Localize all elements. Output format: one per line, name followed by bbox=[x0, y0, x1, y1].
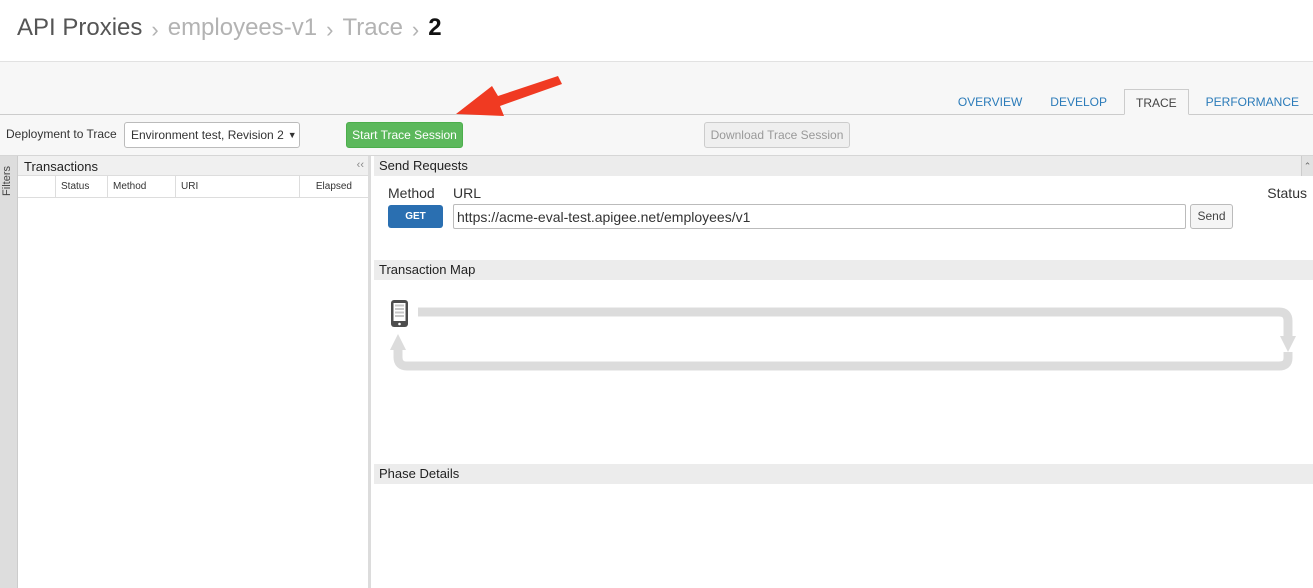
page-header: API Proxies › employees-v1 › Trace › 2 bbox=[0, 0, 1313, 62]
phase-details-panel bbox=[374, 484, 1313, 588]
download-trace-session-button: Download Trace Session bbox=[704, 122, 850, 148]
column-header-method[interactable]: Method bbox=[108, 176, 176, 197]
transaction-map-title: Transaction Map bbox=[379, 262, 476, 277]
transaction-map bbox=[374, 280, 1313, 464]
breadcrumb-api-proxies[interactable]: API Proxies bbox=[17, 14, 142, 42]
column-header-elapsed[interactable]: Elapsed bbox=[300, 176, 368, 197]
breadcrumb-separator: › bbox=[151, 17, 159, 42]
phase-details-title: Phase Details bbox=[379, 466, 460, 481]
deployment-select-value: Environment test, Revision 2 bbox=[131, 128, 284, 142]
double-chevron-up-icon[interactable]: ⌃ bbox=[1301, 156, 1313, 176]
phase-details-header: Phase Details bbox=[374, 464, 1313, 484]
deployment-label: Deployment to Trace bbox=[6, 127, 117, 141]
column-header-uri[interactable]: URI bbox=[176, 176, 300, 197]
trace-main: Send Requests ⌃ Method URL Status GET Se… bbox=[374, 156, 1313, 588]
send-requests-form: Method URL Status GET Send bbox=[374, 176, 1313, 260]
breadcrumb-trace[interactable]: Trace bbox=[342, 14, 402, 42]
response-flow-line bbox=[393, 350, 1293, 371]
tab-list: OVERVIEW DEVELOP TRACE PERFORMANCE bbox=[944, 89, 1313, 115]
status-label: Status bbox=[1267, 185, 1307, 201]
transactions-header: Transactions ‹‹ bbox=[18, 156, 368, 176]
send-requests-header: Send Requests ⌃ bbox=[374, 156, 1313, 176]
breadcrumb-separator: › bbox=[326, 17, 334, 42]
transactions-table-header: Status Method URI Elapsed bbox=[18, 176, 368, 198]
url-label: URL bbox=[453, 185, 482, 201]
transactions-title: Transactions bbox=[24, 159, 98, 174]
tabs-bar: OVERVIEW DEVELOP TRACE PERFORMANCE bbox=[0, 62, 1313, 115]
tab-develop[interactable]: DEVELOP bbox=[1036, 89, 1121, 115]
column-header-blank bbox=[18, 176, 56, 197]
caret-down-icon: ▼ bbox=[287, 130, 297, 140]
url-input[interactable] bbox=[453, 204, 1186, 229]
method-get-button[interactable]: GET bbox=[388, 205, 443, 228]
annotation-arrow-icon bbox=[456, 76, 562, 116]
deployment-select[interactable]: Environment test, Revision 2 ▼ bbox=[124, 122, 300, 148]
send-requests-title: Send Requests bbox=[379, 158, 468, 173]
filters-sidebar[interactable]: Filters bbox=[0, 156, 18, 588]
send-button[interactable]: Send bbox=[1190, 204, 1233, 229]
breadcrumb: API Proxies › employees-v1 › Trace › 2 bbox=[17, 14, 442, 42]
method-label: Method bbox=[388, 185, 435, 201]
transactions-panel: Transactions ‹‹ Status Method URI Elapse… bbox=[18, 156, 371, 588]
tab-performance[interactable]: PERFORMANCE bbox=[1192, 89, 1313, 115]
mobile-device-icon bbox=[391, 300, 408, 327]
tab-overview[interactable]: OVERVIEW bbox=[944, 89, 1036, 115]
tab-trace[interactable]: TRACE bbox=[1123, 89, 1189, 115]
transaction-map-header: Transaction Map bbox=[374, 260, 1313, 280]
breadcrumb-current: 2 bbox=[428, 14, 442, 41]
request-flow-line bbox=[418, 307, 1293, 336]
trace-toolbar: Deployment to Trace Environment test, Re… bbox=[0, 115, 1313, 156]
column-header-status[interactable]: Status bbox=[56, 176, 108, 197]
request-arrowhead-icon bbox=[1280, 336, 1296, 352]
double-chevron-left-icon[interactable]: ‹‹ bbox=[357, 159, 364, 171]
transaction-flow-diagram bbox=[390, 300, 1296, 371]
filters-label: Filters bbox=[1, 166, 13, 196]
breadcrumb-proxy[interactable]: employees-v1 bbox=[168, 14, 317, 42]
breadcrumb-separator: › bbox=[411, 17, 420, 42]
response-arrowhead-icon bbox=[390, 334, 406, 350]
